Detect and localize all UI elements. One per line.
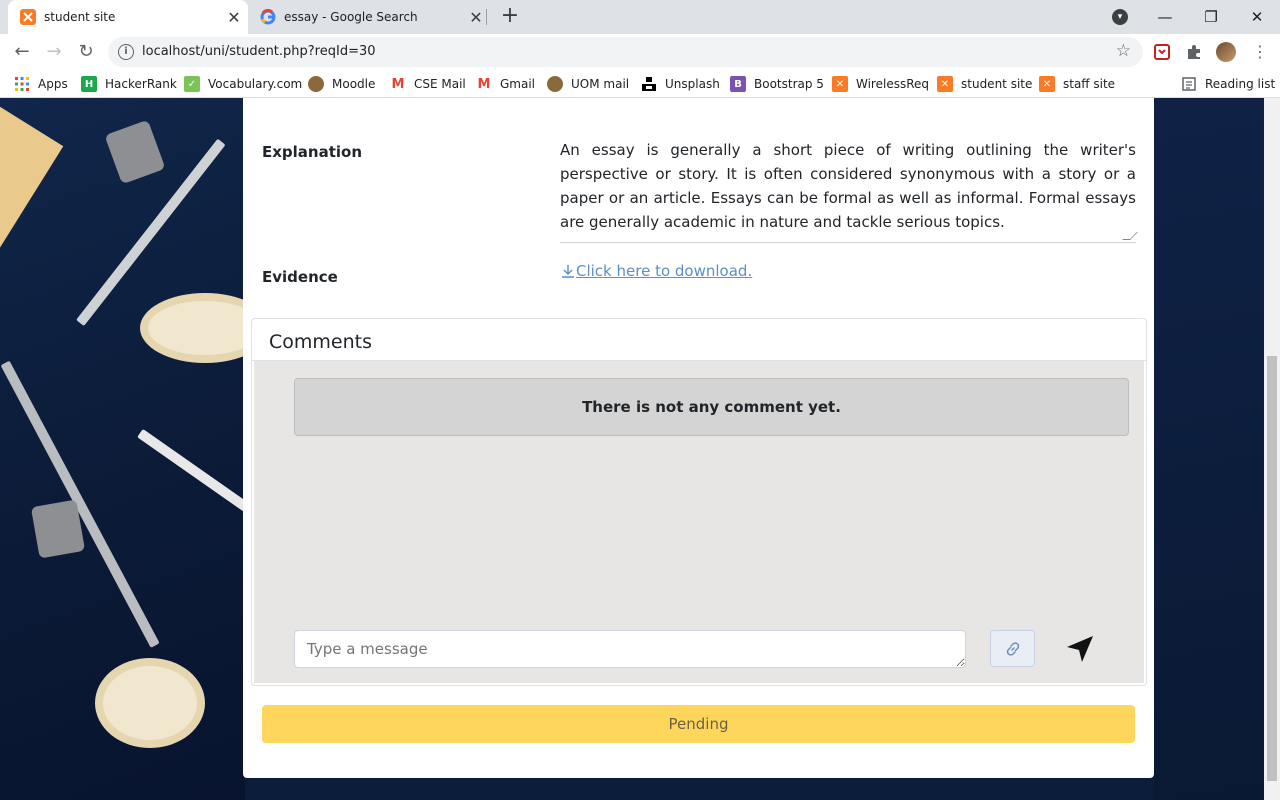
bookmark-star-icon[interactable]: ☆ — [1116, 41, 1131, 61]
bookmark-label: Vocabulary.com — [208, 77, 303, 91]
page-scrollbar[interactable] — [1264, 98, 1280, 800]
download-icon — [562, 265, 574, 278]
reading-list[interactable]: Reading list — [1181, 70, 1275, 98]
bookmark-apps[interactable]: Apps — [14, 70, 68, 98]
xampp-icon: ✕ — [937, 76, 953, 92]
explanation-label: Explanation — [262, 143, 363, 161]
tab-separator — [486, 9, 487, 25]
explanation-text: An essay is generally a short piece of w… — [560, 141, 1136, 231]
browser-toolbar: ← → ↻ i localhost/uni/student.php?reqId=… — [0, 34, 1280, 70]
uom-icon — [547, 76, 563, 92]
status-pending-button[interactable]: Pending — [262, 705, 1135, 743]
xampp-icon: ✕ — [832, 76, 848, 92]
bookmarks-bar: Apps H HackerRank ✓ Vocabulary.com Moodl… — [0, 70, 1280, 98]
bookmark-label: HackerRank — [105, 77, 177, 91]
bookmark-gmail[interactable]: M Gmail — [476, 70, 535, 98]
bookmark-bootstrap[interactable]: B Bootstrap 5 — [730, 70, 824, 98]
bookmark-unsplash[interactable]: Unsplash — [641, 70, 720, 98]
bookmark-label: Gmail — [500, 77, 536, 91]
pencil-decoration — [0, 360, 160, 648]
download-evidence-link[interactable]: Click here to download. — [560, 262, 752, 280]
gmail-icon: M — [477, 76, 491, 92]
comments-body: There is not any comment yet. — [254, 361, 1144, 683]
bookmark-label: WirelessReq — [856, 77, 930, 91]
forward-arrow-icon[interactable]: → — [42, 40, 66, 64]
vocabulary-icon: ✓ — [184, 76, 200, 92]
bookmark-moodle[interactable]: Moodle — [308, 70, 375, 98]
bookmark-wirelessreq[interactable]: ✕ WirelessReq — [832, 70, 929, 98]
menu-kebab-icon[interactable]: ⋮ — [1250, 42, 1270, 62]
scrollbar-thumb[interactable] — [1267, 356, 1277, 781]
extension-shield-icon[interactable] — [1152, 42, 1172, 62]
pencil-decoration — [137, 428, 245, 518]
apps-grid-icon — [15, 77, 29, 91]
comments-title: Comments — [252, 319, 1146, 361]
moodle-icon — [308, 76, 324, 92]
bookmark-label: student site — [961, 77, 1033, 91]
bootstrap-icon: B — [730, 76, 746, 92]
binder-clip-decoration — [30, 499, 86, 559]
background-photo-right — [1154, 98, 1264, 800]
reload-icon[interactable]: ↻ — [74, 40, 98, 64]
message-input[interactable] — [294, 630, 966, 668]
bookmark-label: UOM mail — [571, 77, 630, 91]
xampp-icon — [20, 9, 36, 25]
close-tab-icon[interactable]: ✕ — [220, 8, 248, 27]
tape-roll-decoration — [140, 293, 245, 363]
bookmark-student-site[interactable]: ✕ student site — [937, 70, 1032, 98]
hackerrank-icon: H — [81, 76, 97, 92]
explanation-textarea[interactable]: An essay is generally a short piece of w… — [560, 138, 1138, 243]
gmail-icon: M — [391, 76, 405, 92]
bookmark-label: Bootstrap 5 — [754, 77, 824, 91]
bookmark-label: Moodle — [332, 77, 376, 91]
profile-avatar[interactable] — [1216, 42, 1236, 62]
ruler-decoration — [0, 98, 64, 325]
evidence-label: Evidence — [262, 268, 338, 286]
bookmark-label: Unsplash — [665, 77, 720, 91]
background-photo — [0, 98, 245, 800]
extensions-puzzle-icon[interactable] — [1184, 42, 1204, 62]
tab-title: essay - Google Search — [284, 10, 418, 24]
address-bar[interactable]: i localhost/uni/student.php?reqId=30 ☆ — [108, 37, 1143, 67]
download-link-text: Click here to download. — [576, 262, 753, 280]
tape-roll-decoration — [95, 658, 205, 748]
attach-button[interactable] — [990, 630, 1035, 667]
window-close-icon[interactable]: ✕ — [1234, 0, 1280, 34]
url-text: localhost/uni/student.php?reqId=30 — [142, 44, 376, 59]
reading-list-label: Reading list — [1205, 77, 1276, 91]
restore-icon[interactable]: ❐ — [1188, 0, 1234, 34]
comments-panel: Comments There is not any comment yet. — [251, 318, 1147, 686]
tab-student-site[interactable]: student site ✕ — [8, 0, 248, 34]
no-comments-message: There is not any comment yet. — [294, 378, 1129, 436]
request-card: Explanation An essay is generally a shor… — [243, 98, 1154, 778]
page-viewport: Explanation An essay is generally a shor… — [0, 98, 1280, 800]
bookmark-vocabulary[interactable]: ✓ Vocabulary.com — [184, 70, 302, 98]
binder-clip-decoration — [104, 119, 166, 185]
bookmark-staff-site[interactable]: ✕ staff site — [1039, 70, 1115, 98]
unsplash-icon — [642, 77, 656, 91]
bookmark-cse-mail[interactable]: M CSE Mail — [390, 70, 466, 98]
send-button[interactable] — [1064, 633, 1096, 665]
bookmark-label: staff site — [1063, 77, 1116, 91]
bookmark-label: CSE Mail — [414, 77, 466, 91]
bookmark-label: Apps — [38, 77, 68, 91]
resize-grip-icon[interactable] — [1122, 232, 1138, 240]
reading-list-icon — [1182, 77, 1196, 91]
tab-search-icon[interactable]: ▾ — [1112, 9, 1128, 25]
new-tab-icon[interactable]: + — [498, 5, 522, 29]
send-arrow-icon — [1067, 636, 1093, 662]
xampp-icon: ✕ — [1039, 76, 1055, 92]
site-info-icon[interactable]: i — [118, 44, 134, 60]
link-icon — [1006, 641, 1019, 656]
google-icon — [260, 9, 276, 25]
tab-title: student site — [44, 10, 116, 24]
bookmark-uom-mail[interactable]: UOM mail — [547, 70, 629, 98]
back-arrow-icon[interactable]: ← — [10, 40, 34, 64]
tab-strip: student site ✕ essay - Google Search ✕ +… — [0, 0, 1280, 34]
tab-google-search[interactable]: essay - Google Search ✕ — [250, 0, 490, 34]
minimize-icon[interactable]: — — [1142, 0, 1188, 34]
bookmark-hackerrank[interactable]: H HackerRank — [81, 70, 177, 98]
